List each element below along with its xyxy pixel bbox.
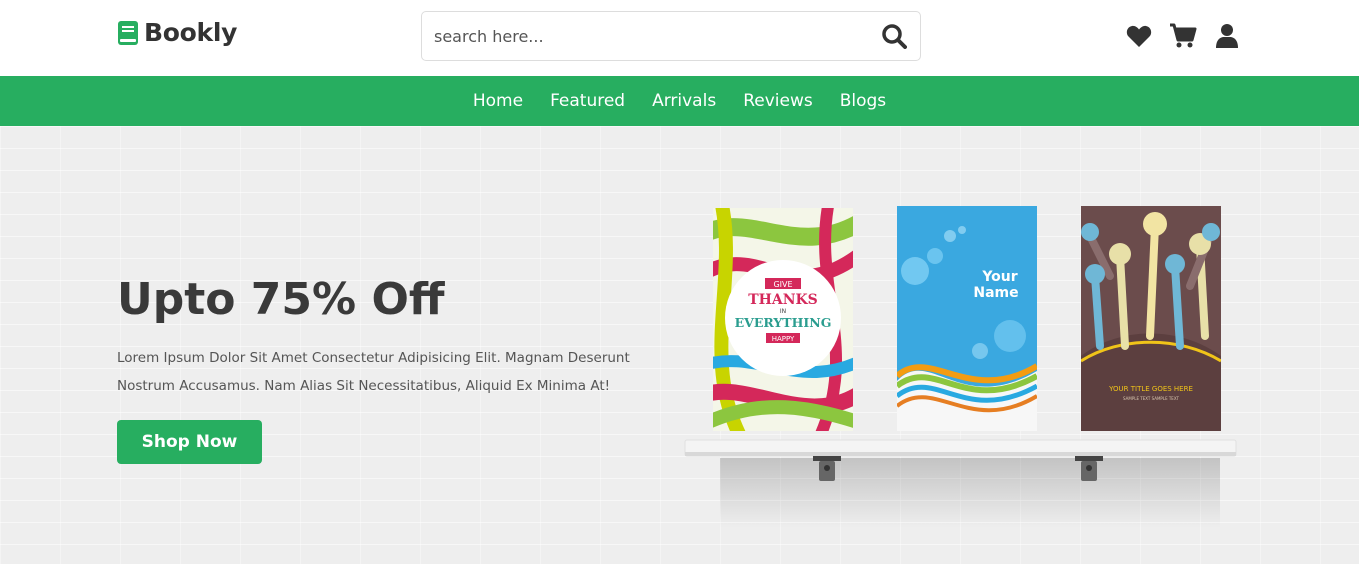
book-shelf-illustration: GIVE THANKS IN EVERYTHING HAPPY Your Nam…	[684, 196, 1237, 528]
logo[interactable]: Bookly	[117, 18, 237, 47]
main-nav: Home Featured Arrivals Reviews Blogs	[0, 76, 1359, 126]
book-2-line-2: Name	[973, 285, 1018, 301]
nav-featured[interactable]: Featured	[549, 91, 626, 111]
hero-title: Upto 75% Off	[117, 274, 445, 325]
header: Bookly	[0, 0, 1359, 76]
brand-name: Bookly	[144, 18, 238, 47]
book-1-line-5: HAPPY	[772, 335, 795, 343]
user-icon	[1216, 24, 1238, 48]
book-2-line-1: Your	[981, 269, 1017, 285]
book-1-line-3: IN	[780, 308, 786, 315]
nav-blogs[interactable]: Blogs	[839, 91, 887, 111]
book-1-line-4: EVERYTHING	[735, 315, 832, 330]
shop-now-button[interactable]: Shop Now	[117, 420, 262, 464]
wishlist-button[interactable]	[1125, 22, 1153, 50]
nav-home[interactable]: Home	[472, 91, 524, 111]
hero-section: Upto 75% Off Lorem Ipsum Dolor Sit Amet …	[0, 126, 1359, 564]
hero-description: Lorem Ipsum Dolor Sit Amet Consectetur A…	[117, 350, 630, 394]
search-box	[421, 11, 921, 61]
cart-button[interactable]	[1169, 22, 1197, 50]
book-cover-3[interactable]: YOUR TITLE GOES HERE SAMPLE TEXT SAMPLE …	[1081, 206, 1221, 431]
cart-icon	[1170, 23, 1197, 48]
nav-arrivals[interactable]: Arrivals	[651, 91, 717, 111]
account-button[interactable]	[1213, 22, 1241, 50]
search-icon	[882, 24, 907, 49]
book-cover-2[interactable]: Your Name	[897, 206, 1037, 431]
heart-icon	[1126, 25, 1152, 47]
search-input[interactable]	[422, 12, 868, 60]
book-3-line-2: SAMPLE TEXT SAMPLE TEXT	[1123, 396, 1179, 401]
book-1-line-1: GIVE	[773, 280, 792, 289]
search-button[interactable]	[868, 12, 920, 60]
book-3-line-1: YOUR TITLE GOES HERE	[1108, 385, 1193, 393]
book-cover-1[interactable]: GIVE THANKS IN EVERYTHING HAPPY	[700, 196, 870, 436]
nav-reviews[interactable]: Reviews	[742, 91, 814, 111]
book-1-line-2: THANKS	[748, 292, 818, 308]
book-icon	[118, 20, 138, 45]
header-icons	[1125, 22, 1241, 50]
